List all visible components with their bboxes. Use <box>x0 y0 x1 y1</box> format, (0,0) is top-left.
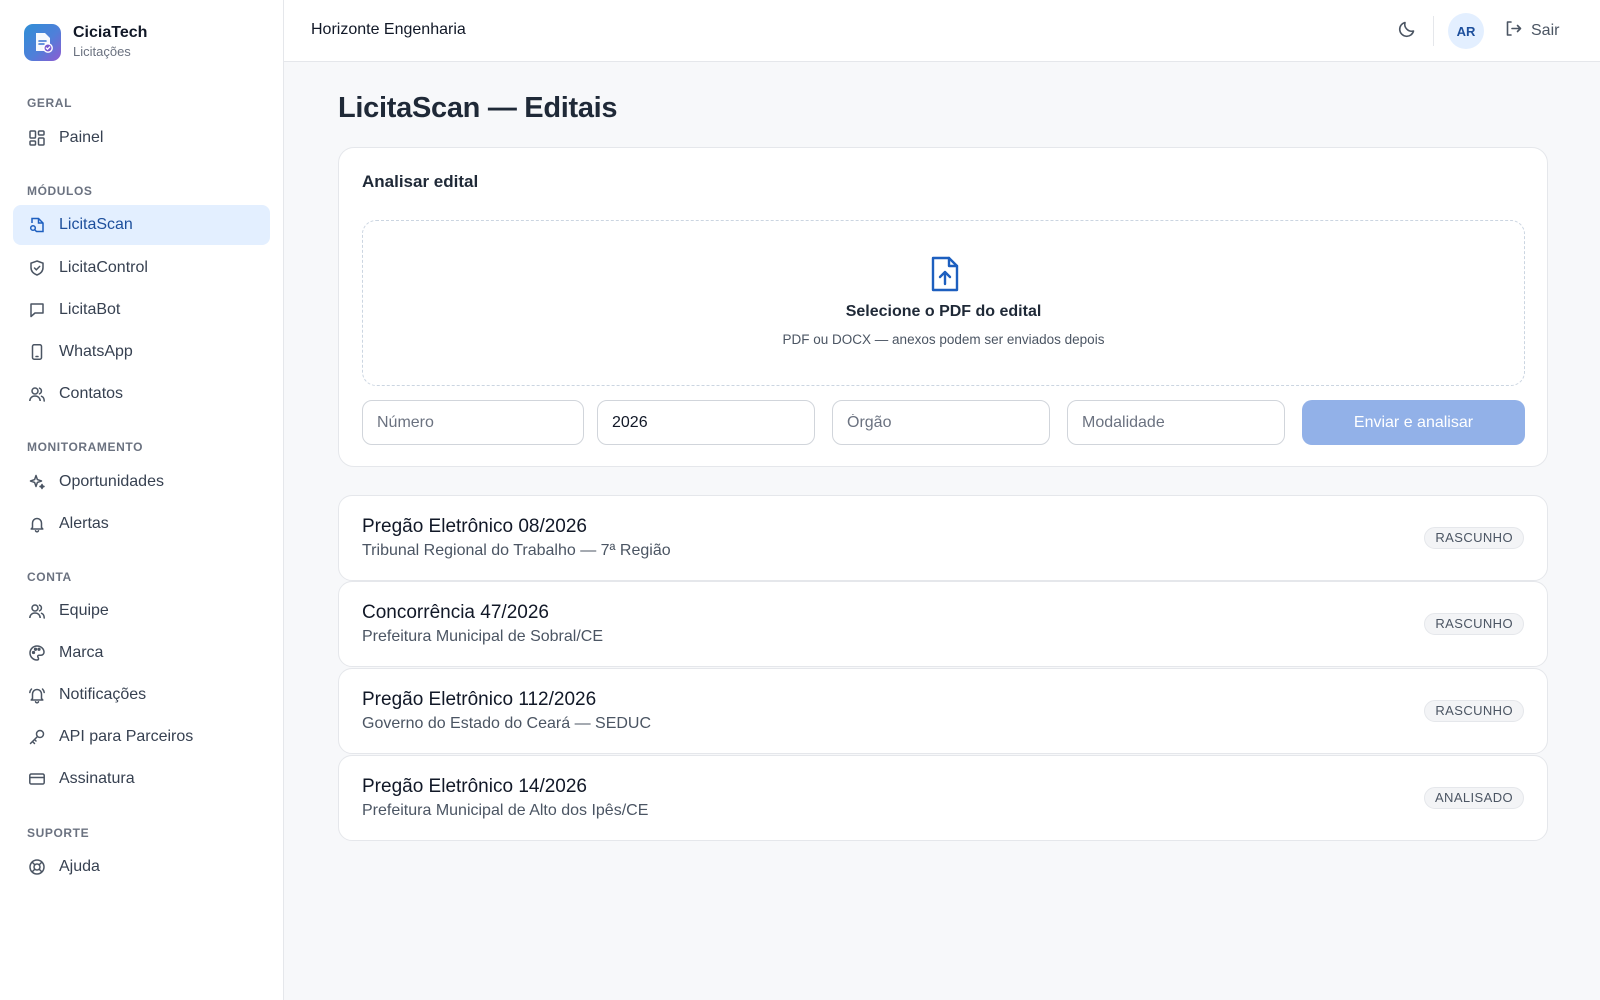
topbar-divider <box>1433 16 1434 46</box>
lifebuoy-icon <box>27 857 47 877</box>
sidebar-item-label: Painel <box>59 129 104 146</box>
sidebar-item-marca[interactable]: Marca <box>13 633 270 673</box>
list-item[interactable]: Pregão Eletrônico 08/2026 Tribunal Regio… <box>338 495 1548 581</box>
brand-logo-icon <box>24 23 61 61</box>
sidebar-item-painel[interactable]: Painel <box>13 118 270 158</box>
sidebar-item-label: Alertas <box>59 515 109 532</box>
bell-ring-icon <box>27 685 47 705</box>
ano-field[interactable] <box>597 400 815 445</box>
sidebar-item-label: Oportunidades <box>59 473 164 490</box>
company-name: Horizonte Engenharia <box>311 21 466 38</box>
sidebar-item-label: Marca <box>59 644 104 661</box>
key-icon <box>27 727 47 747</box>
sidebar-item-label: Equipe <box>59 602 109 619</box>
brand[interactable]: CiciaTech Licitações <box>0 0 283 84</box>
logout-label: Sair <box>1531 22 1560 39</box>
message-square-icon <box>27 300 47 320</box>
palette-icon <box>27 643 47 663</box>
list-item[interactable]: Pregão Eletrônico 112/2026 Governo do Es… <box>338 668 1548 754</box>
smartphone-icon <box>27 342 47 362</box>
orgao-field[interactable] <box>832 400 1050 445</box>
sidebar-item-contatos[interactable]: Contatos <box>13 374 270 414</box>
sidebar: CiciaTech Licitações GERAL Painel MÓDULO… <box>0 0 284 1000</box>
sidebar-item-licitabot[interactable]: LicitaBot <box>13 290 270 330</box>
dashboard-icon <box>27 128 47 148</box>
nav-section-modulos: MÓDULOS <box>27 184 93 198</box>
nav-section-geral: GERAL <box>27 96 72 110</box>
edital-title: Pregão Eletrônico 08/2026 <box>362 516 587 537</box>
status-badge: ANALISADO <box>1423 787 1524 809</box>
shield-check-icon <box>27 258 47 278</box>
users-icon <box>27 384 47 404</box>
upload-card: Analisar edital Selecione o PDF do edita… <box>338 147 1548 467</box>
bell-icon <box>27 514 47 534</box>
nav-section-conta: CONTA <box>27 570 72 584</box>
sidebar-item-alertas[interactable]: Alertas <box>13 504 270 544</box>
logout-icon <box>1504 19 1523 43</box>
edital-title: Pregão Eletrônico 112/2026 <box>362 689 597 710</box>
sidebar-item-whatsapp[interactable]: WhatsApp <box>13 332 270 372</box>
sidebar-item-ajuda[interactable]: Ajuda <box>13 847 270 887</box>
status-badge: RASCUNHO <box>1424 527 1524 549</box>
status-badge: RASCUNHO <box>1424 700 1524 722</box>
edital-agency: Prefeitura Municipal de Sobral/CE <box>362 628 604 645</box>
nav-section-monitoramento: MONITORAMENTO <box>27 440 144 454</box>
sidebar-item-licitacontrol[interactable]: LicitaControl <box>13 248 270 288</box>
status-badge: RASCUNHO <box>1424 613 1524 635</box>
sidebar-item-label: LicitaControl <box>59 259 148 276</box>
card-title: Analisar edital <box>362 172 479 191</box>
sidebar-item-oportunidades[interactable]: Oportunidades <box>13 462 270 502</box>
sidebar-item-label: Notificações <box>59 686 147 703</box>
sidebar-item-notificacoes[interactable]: Notificações <box>13 675 270 715</box>
topbar: Horizonte Engenharia AR Sair <box>284 0 1600 62</box>
sidebar-item-label: Assinatura <box>59 770 135 787</box>
sidebar-item-assinatura[interactable]: Assinatura <box>13 759 270 799</box>
sidebar-item-equipe[interactable]: Equipe <box>13 591 270 631</box>
moon-icon <box>1397 19 1417 44</box>
list-item[interactable]: Pregão Eletrônico 14/2026 Prefeitura Mun… <box>338 755 1548 841</box>
sidebar-item-api[interactable]: API para Parceiros <box>13 717 270 757</box>
logout-button[interactable]: Sair <box>1504 18 1559 44</box>
sidebar-item-label: WhatsApp <box>59 343 133 360</box>
submit-button[interactable]: Enviar e analisar <box>1302 400 1525 445</box>
dropzone-title: Selecione o PDF do edital <box>845 303 1042 320</box>
page-title: LicitaScan — Editais <box>338 92 618 124</box>
edital-title: Pregão Eletrônico 14/2026 <box>362 776 587 797</box>
sidebar-item-label: Contatos <box>59 385 124 402</box>
edital-agency: Tribunal Regional do Trabalho — 7ª Regiã… <box>362 542 671 559</box>
sidebar-item-label: LicitaScan <box>59 216 133 233</box>
users-icon <box>27 601 47 621</box>
brand-subtitle: Licitações <box>73 44 131 59</box>
avatar[interactable]: AR <box>1448 13 1484 49</box>
theme-toggle-button[interactable] <box>1394 18 1420 44</box>
sidebar-item-licitascan[interactable]: LicitaScan <box>13 205 270 245</box>
sidebar-item-label: API para Parceiros <box>59 728 194 745</box>
nav-section-suporte: SUPORTE <box>27 826 90 840</box>
numero-field[interactable] <box>362 400 584 445</box>
edital-title: Concorrência 47/2026 <box>362 602 549 623</box>
sidebar-item-label: Ajuda <box>59 858 100 875</box>
brand-name: CiciaTech <box>73 24 148 41</box>
dropzone-subtitle: PDF ou DOCX — anexos podem ser enviados … <box>782 332 1105 347</box>
edital-agency: Governo do Estado do Ceará — SEDUC <box>362 715 652 732</box>
file-dropzone[interactable]: Selecione o PDF do edital PDF ou DOCX — … <box>362 220 1525 386</box>
list-item[interactable]: Concorrência 47/2026 Prefeitura Municipa… <box>338 581 1548 667</box>
file-search-icon <box>27 215 47 235</box>
credit-card-icon <box>27 769 47 789</box>
sidebar-item-label: LicitaBot <box>59 301 121 318</box>
edital-agency: Prefeitura Municipal de Alto dos Ipês/CE <box>362 802 649 819</box>
sparkles-icon <box>27 472 47 492</box>
file-upload-icon <box>928 255 962 293</box>
modalidade-field[interactable] <box>1067 400 1285 445</box>
